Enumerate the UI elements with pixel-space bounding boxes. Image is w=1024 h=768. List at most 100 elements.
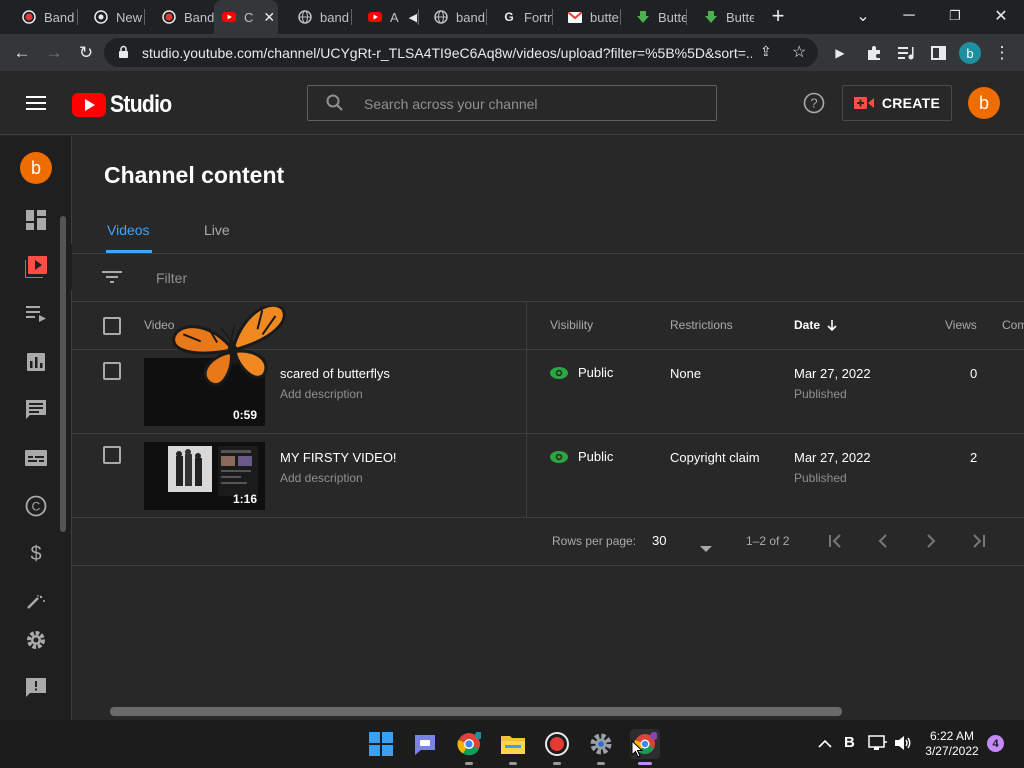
thumbnail-photo xyxy=(168,446,212,492)
running-indicator xyxy=(597,762,605,765)
horizontal-scrollbar[interactable] xyxy=(110,707,842,716)
dashboard-icon[interactable] xyxy=(24,208,48,232)
chrome-icon xyxy=(94,10,108,24)
browser-tab[interactable]: band xyxy=(282,0,352,34)
notification-badge[interactable]: 4 xyxy=(987,735,1004,752)
windows-start-icon[interactable] xyxy=(366,729,396,759)
dropdown-arrow-icon[interactable] xyxy=(700,539,712,557)
speaker-icon[interactable]: ◀) xyxy=(409,11,418,24)
content-icon[interactable] xyxy=(24,255,48,279)
side-panel-icon[interactable] xyxy=(924,39,952,67)
extensions-puzzle-icon[interactable] xyxy=(860,39,888,67)
column-header-comments[interactable]: Com xyxy=(1002,318,1024,332)
browser-tab[interactable]: New xyxy=(78,0,144,34)
new-tab-button[interactable]: + xyxy=(766,4,790,28)
video-description[interactable]: Add description xyxy=(280,387,363,401)
search-input[interactable] xyxy=(364,94,704,114)
playlists-icon[interactable] xyxy=(24,302,48,326)
minimize-icon[interactable]: ─ xyxy=(886,0,932,32)
column-header-views[interactable]: Views xyxy=(945,318,977,332)
tab-label: New xyxy=(116,9,143,25)
monetization-icon[interactable]: $ xyxy=(24,542,48,566)
visibility-cell[interactable]: Public xyxy=(550,365,613,380)
browser-tab[interactable]: Butte xyxy=(688,0,754,34)
reload-icon[interactable]: ↻ xyxy=(72,39,100,67)
row-checkbox[interactable] xyxy=(103,362,121,380)
volume-icon[interactable] xyxy=(894,735,912,756)
create-button[interactable]: CREATE xyxy=(842,85,952,121)
video-description[interactable]: Add description xyxy=(280,471,363,485)
restore-icon[interactable]: ❐ xyxy=(932,0,978,32)
browser-tab[interactable]: butte xyxy=(552,0,620,34)
last-page-icon[interactable] xyxy=(972,534,986,553)
tab-live[interactable]: Live xyxy=(204,222,230,238)
cursor-extension-icon[interactable]: ▶ xyxy=(826,39,854,67)
row-checkbox[interactable] xyxy=(103,446,121,464)
filter-icon[interactable] xyxy=(102,270,122,289)
copyright-icon[interactable]: C xyxy=(24,494,48,518)
tray-overflow-chevron-icon[interactable] xyxy=(818,736,832,754)
browser-tab[interactable]: Band xyxy=(6,0,78,34)
tab-videos[interactable]: Videos xyxy=(107,222,150,238)
video-thumbnail[interactable]: 1:16 xyxy=(144,442,265,510)
close-icon[interactable]: ✕ xyxy=(263,9,275,26)
video-title[interactable]: MY FIRSTY VIDEO! xyxy=(280,450,397,465)
tab-search-icon[interactable]: ⌄ xyxy=(840,0,886,32)
system-clock[interactable]: 6:22 AM 3/27/2022 xyxy=(920,729,984,759)
screen-recorder-icon[interactable] xyxy=(542,729,572,765)
filter-input[interactable]: Filter xyxy=(156,270,187,286)
customization-icon[interactable] xyxy=(24,590,48,614)
close-window-icon[interactable]: ✕ xyxy=(978,0,1024,32)
bookmark-star-icon[interactable]: ☆ xyxy=(792,42,806,62)
comments-icon[interactable] xyxy=(24,398,48,422)
profile-avatar[interactable]: b xyxy=(956,39,984,67)
sort-down-arrow-icon xyxy=(827,320,837,331)
channel-avatar[interactable]: b xyxy=(20,152,52,184)
youtube-icon xyxy=(368,10,382,24)
restrictions-cell[interactable]: Copyright claim xyxy=(670,450,760,465)
video-title[interactable]: scared of butterflys xyxy=(280,366,390,381)
views-cell: 2 xyxy=(970,450,978,465)
browser-tab[interactable]: band xyxy=(418,0,486,34)
channel-avatar-initial: b xyxy=(30,157,41,178)
browser-tab[interactable]: G Fortn xyxy=(486,0,552,34)
browser-tab[interactable]: Band xyxy=(146,0,214,34)
address-bar[interactable]: studio.youtube.com/channel/UCYgRt-r_TLSA… xyxy=(104,38,818,67)
media-control-icon[interactable] xyxy=(892,39,920,67)
tray-app-icon[interactable]: B xyxy=(844,734,855,751)
more-menu-icon[interactable]: ⋮ xyxy=(988,39,1016,67)
share-icon[interactable]: ⇪ xyxy=(760,43,772,60)
next-page-icon[interactable] xyxy=(926,534,936,553)
forward-arrow-icon[interactable]: → xyxy=(40,39,68,67)
studio-logo[interactable]: Studio xyxy=(72,91,180,119)
help-icon[interactable]: ? xyxy=(803,92,825,119)
prev-page-icon[interactable] xyxy=(878,534,888,553)
rows-per-page-select[interactable]: 30 xyxy=(652,533,666,548)
subtitles-icon[interactable] xyxy=(24,446,48,470)
teams-chat-icon[interactable] xyxy=(410,729,440,759)
chrome-taskbar-icon[interactable] xyxy=(454,729,484,765)
settings-icon[interactable] xyxy=(24,628,48,652)
network-icon[interactable] xyxy=(868,735,888,756)
feedback-icon[interactable] xyxy=(24,676,48,700)
file-explorer-icon[interactable] xyxy=(498,729,528,765)
visibility-cell[interactable]: Public xyxy=(550,449,613,464)
settings-taskbar-icon[interactable] xyxy=(586,729,616,765)
sidebar-scrollbar[interactable] xyxy=(60,216,66,532)
analytics-icon[interactable] xyxy=(24,350,48,374)
tab-label: band xyxy=(456,9,485,25)
column-header-video[interactable]: Video xyxy=(144,318,174,332)
column-header-date[interactable]: Date xyxy=(794,318,838,332)
browser-tab[interactable]: Butte xyxy=(620,0,686,34)
browser-tab-active[interactable]: C ✕ xyxy=(214,0,278,34)
browser-tab[interactable]: A ◀) xyxy=(352,0,418,34)
column-header-restrictions[interactable]: Restrictions xyxy=(670,318,733,332)
hamburger-menu-icon[interactable] xyxy=(26,95,46,116)
tab-label: C xyxy=(244,9,254,25)
column-header-visibility[interactable]: Visibility xyxy=(550,318,593,332)
first-page-icon[interactable] xyxy=(828,534,842,553)
channel-search-box[interactable] xyxy=(307,85,717,121)
select-all-checkbox[interactable] xyxy=(103,317,121,335)
account-avatar[interactable]: b xyxy=(968,87,1000,119)
back-arrow-icon[interactable]: ← xyxy=(8,39,36,67)
